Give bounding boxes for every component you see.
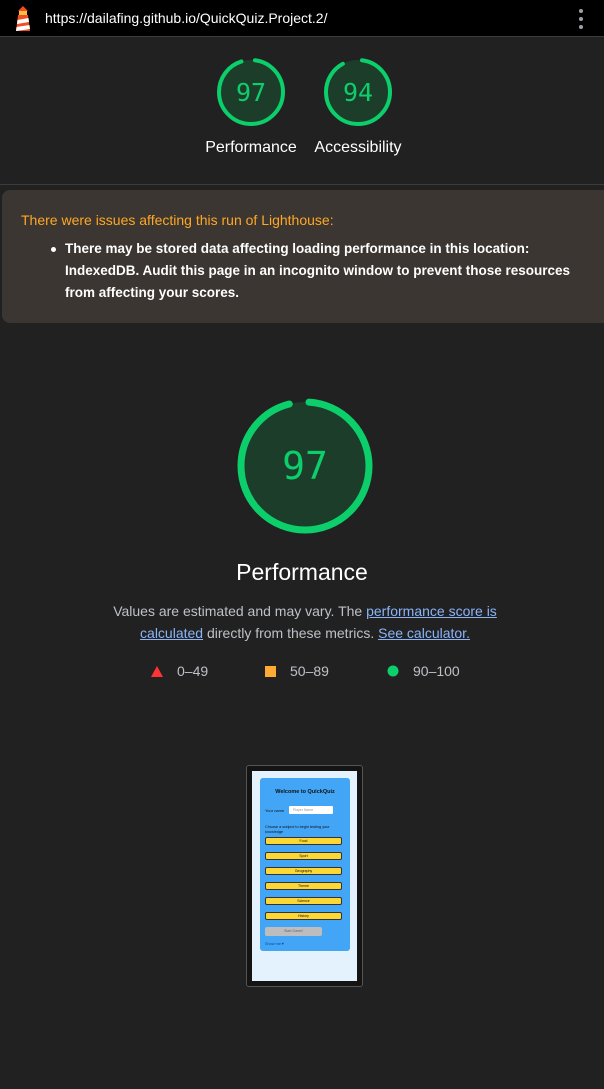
screenshot-name-input: Player Name xyxy=(289,806,333,814)
warning-list: There may be stored data affecting loadi… xyxy=(21,238,584,304)
calculator-link[interactable]: See calculator. xyxy=(378,625,470,641)
screenshot-subject-button: History xyxy=(265,912,342,920)
score-summary: 97 Performance 94 Accessibility xyxy=(0,37,604,185)
category-description: Values are estimated and may vary. The p… xyxy=(100,600,510,644)
orange-square-icon xyxy=(265,665,276,677)
warning-title: There were issues affecting this run of … xyxy=(21,212,334,228)
green-circle-icon xyxy=(387,665,399,677)
accessibility-label: Accessibility xyxy=(314,139,402,156)
screenshot-show-more: Show me▼ xyxy=(265,942,285,946)
performance-category-gauge: 97 xyxy=(237,398,373,534)
legend-pass-range: 90–100 xyxy=(413,663,460,679)
legend-average-range: 50–89 xyxy=(290,663,329,679)
performance-score: 97 xyxy=(236,78,266,107)
description-text-1: Values are estimated and may vary. The xyxy=(113,603,367,619)
legend-fail-range: 0–49 xyxy=(177,663,209,679)
accessibility-score: 94 xyxy=(343,78,373,107)
screenshot-subject-button: Food xyxy=(265,837,342,845)
screenshot-subject-button: Science xyxy=(265,897,342,905)
red-triangle-icon xyxy=(151,665,163,677)
url-bar: https://dailafing.github.io/QuickQuiz.Pr… xyxy=(0,0,604,37)
performance-label: Performance xyxy=(205,139,297,156)
accessibility-gauge[interactable]: 94 Accessibility xyxy=(298,57,418,157)
score-scale-legend: 0–49 50–89 90–100 xyxy=(0,663,604,683)
screenshot-subject-button: Geography xyxy=(265,867,342,875)
screenshot-page: Welcome to QuickQuiz Your name Player Na… xyxy=(252,771,357,981)
final-screenshot[interactable]: Welcome to QuickQuiz Your name Player Na… xyxy=(246,765,363,987)
screenshot-subject-button: Sport xyxy=(265,852,342,860)
performance-gauge[interactable]: 97 Performance xyxy=(191,57,311,157)
performance-gauge-ring: 97 xyxy=(217,58,285,126)
screenshot-subject-button: Theme xyxy=(265,882,342,890)
legend-pass: 90–100 xyxy=(387,663,460,679)
category-title: Performance xyxy=(236,559,368,585)
screenshot-start-button: Start Game! xyxy=(265,927,322,936)
run-warnings: There were issues affecting this run of … xyxy=(2,190,604,323)
performance-category-score: 97 xyxy=(282,444,328,488)
screenshot-quiz-card: Welcome to QuickQuiz Your name Player Na… xyxy=(260,778,350,951)
screenshot-name-label: Your name xyxy=(265,808,285,813)
page-url[interactable]: https://dailafing.github.io/QuickQuiz.Pr… xyxy=(45,10,327,26)
screenshot-title: Welcome to QuickQuiz xyxy=(275,789,335,795)
warning-item: There may be stored data affecting loadi… xyxy=(51,238,584,304)
description-text-2: directly from these metrics. xyxy=(203,625,379,641)
lighthouse-logo-icon xyxy=(12,5,34,33)
legend-fail: 0–49 xyxy=(151,663,208,679)
legend-average: 50–89 xyxy=(265,663,329,679)
accessibility-gauge-ring: 94 xyxy=(324,58,392,126)
screenshot-choose-text: Choose a subject to begin testing your k… xyxy=(265,825,330,834)
more-options-icon[interactable] xyxy=(575,9,587,29)
